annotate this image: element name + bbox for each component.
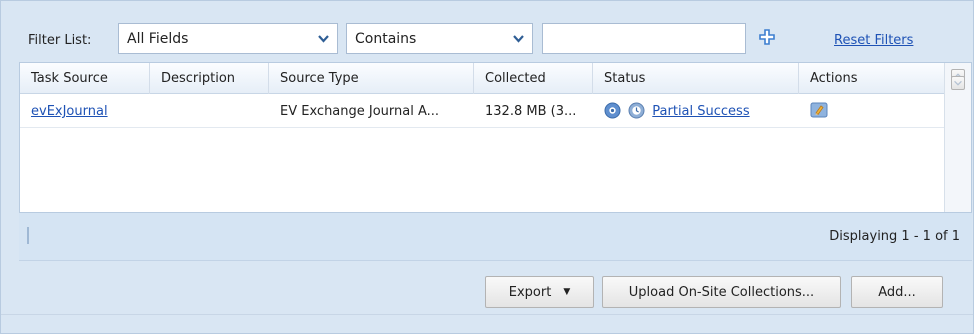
filter-operator-value: Contains (355, 30, 417, 47)
export-button-label: Export (508, 284, 552, 300)
clock-circle-icon[interactable] (628, 99, 645, 119)
footer-divider (1, 314, 973, 315)
caret-down-icon: ▼ (563, 287, 571, 297)
vertical-scrollbar[interactable] (944, 63, 971, 212)
upload-on-site-collections-button[interactable]: Upload On-Site Collections... (602, 276, 841, 308)
chevron-down-icon[interactable] (504, 24, 532, 53)
cell-task-source: evExJournal (20, 95, 150, 128)
reset-filters-link[interactable]: Reset Filters (834, 33, 913, 48)
column-header-task-source[interactable]: Task Source (20, 63, 150, 94)
filter-text-input[interactable] (542, 23, 746, 54)
add-button[interactable]: Add... (851, 276, 943, 308)
filter-field-value: All Fields (127, 30, 189, 47)
info-circle-icon[interactable] (604, 99, 621, 119)
status-link[interactable]: Partial Success (652, 104, 749, 119)
task-source-link[interactable]: evExJournal (31, 104, 108, 119)
filter-list-label: Filter List: (28, 33, 92, 48)
cell-actions (799, 95, 944, 128)
column-header-collected[interactable]: Collected (474, 63, 593, 94)
pager-divider (27, 227, 29, 244)
cell-description (150, 95, 269, 128)
column-header-source-type[interactable]: Source Type (269, 63, 474, 94)
pagination-info: Displaying 1 - 1 of 1 (829, 229, 960, 244)
action-button-bar: Export ▼ Upload On-Site Collections... A… (1, 263, 973, 313)
task-list-panel: Filter List: All Fields Contains Reset F… (0, 0, 974, 334)
edit-action-icon[interactable] (810, 98, 828, 118)
column-header-status[interactable]: Status (593, 63, 799, 94)
pagination-bar: Displaying 1 - 1 of 1 (19, 213, 972, 261)
scroll-down-icon[interactable] (951, 76, 965, 90)
column-header-actions[interactable]: Actions (799, 63, 944, 94)
grid-header: Task Source Description Source Type Coll… (20, 63, 944, 94)
chevron-down-icon[interactable] (309, 24, 337, 53)
cell-status: Partial Success (593, 95, 799, 128)
task-grid: Task Source Description Source Type Coll… (19, 62, 972, 213)
cell-source-type: EV Exchange Journal A... (280, 104, 440, 119)
cell-collected: 132.8 MB (3... (485, 104, 577, 119)
filter-operator-select[interactable]: Contains (346, 23, 533, 54)
column-header-description[interactable]: Description (150, 63, 269, 94)
filter-bar: Filter List: All Fields Contains Reset F… (1, 1, 973, 61)
filter-field-select[interactable]: All Fields (118, 23, 338, 54)
table-row[interactable]: evExJournal EV Exchange Journal A... 132… (20, 95, 944, 128)
plus-icon[interactable] (758, 28, 776, 46)
export-button[interactable]: Export ▼ (485, 276, 594, 308)
